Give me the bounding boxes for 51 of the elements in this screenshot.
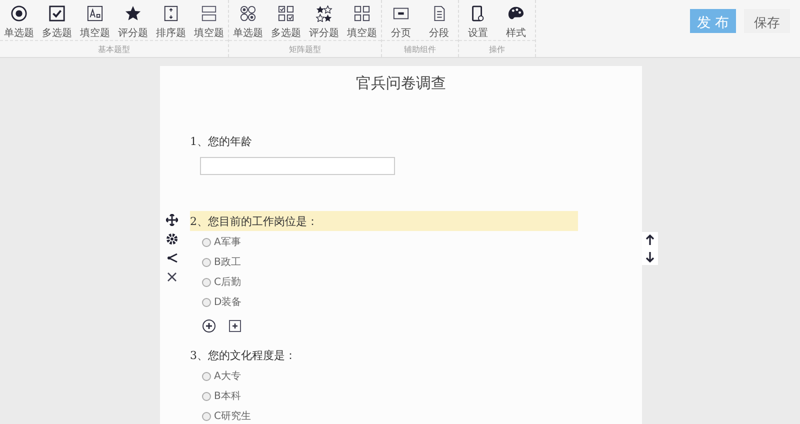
tool-button[interactable]: 填空题	[76, 0, 114, 40]
checkbox-icon	[48, 5, 66, 22]
add-circle-icon	[202, 319, 216, 333]
survey-title: 官兵问卷调查	[356, 74, 446, 93]
arrow-up-icon	[645, 234, 655, 246]
question-header[interactable]: 2、您目前的工作岗位是：	[190, 211, 578, 231]
tool-button[interactable]: 评分题	[114, 0, 152, 40]
checkbox-grid-icon	[277, 5, 295, 22]
tool-button[interactable]: 样式	[497, 0, 535, 40]
palette-icon	[507, 5, 525, 22]
tool-button[interactable]: 多选题	[267, 0, 305, 40]
save-button[interactable]: 保存	[744, 9, 790, 33]
option-radio[interactable]: A军事	[202, 235, 241, 249]
tool-button[interactable]: 分页	[382, 0, 420, 40]
group-label: 基本题型	[98, 45, 130, 54]
move-icon	[166, 214, 178, 226]
close-icon	[166, 271, 178, 283]
radio-grid-icon	[239, 5, 257, 22]
answer-field[interactable]	[200, 157, 395, 175]
radio-icon	[10, 5, 28, 22]
option-radio[interactable]: B政工	[202, 255, 241, 269]
add-square-icon	[228, 319, 242, 333]
tool-button[interactable]: 设置	[459, 0, 497, 40]
question-header[interactable]: 1、您的年龄	[190, 131, 578, 151]
option-radio[interactable]: C研究生	[202, 409, 251, 423]
tool-button[interactable]: 评分题	[305, 0, 343, 40]
option-radio[interactable]: D装备	[202, 295, 242, 309]
tool-button[interactable]: 填空题	[343, 0, 381, 40]
group-label: 操作	[489, 45, 505, 54]
tool-button[interactable]: 单选题	[0, 0, 38, 40]
option-radio[interactable]: A大专	[202, 369, 241, 383]
tool-button[interactable]: 多选题	[38, 0, 76, 40]
tool-button[interactable]: 填空题	[190, 0, 228, 40]
field-grid-icon	[353, 5, 371, 22]
star-icon	[124, 5, 142, 22]
text-field-icon	[86, 5, 104, 22]
page-break-icon	[392, 5, 410, 22]
stars-icon	[315, 5, 333, 22]
tool-button[interactable]: 排序题	[152, 0, 190, 40]
text-fields-icon	[200, 5, 218, 22]
group-label: 矩阵题型	[289, 45, 321, 54]
arrow-down-icon	[645, 251, 655, 263]
tool-button[interactable]: 单选题	[229, 0, 267, 40]
branch-icon	[166, 252, 178, 264]
group-label: 辅助组件	[404, 45, 436, 54]
settings-icon	[166, 233, 178, 245]
option-radio[interactable]: B本科	[202, 389, 241, 403]
tool-button[interactable]: 分段	[420, 0, 458, 40]
option-radio[interactable]: C后勤	[202, 275, 241, 289]
question-header[interactable]: 3、您的文化程度是：	[190, 345, 578, 365]
sort-icon	[162, 5, 180, 22]
